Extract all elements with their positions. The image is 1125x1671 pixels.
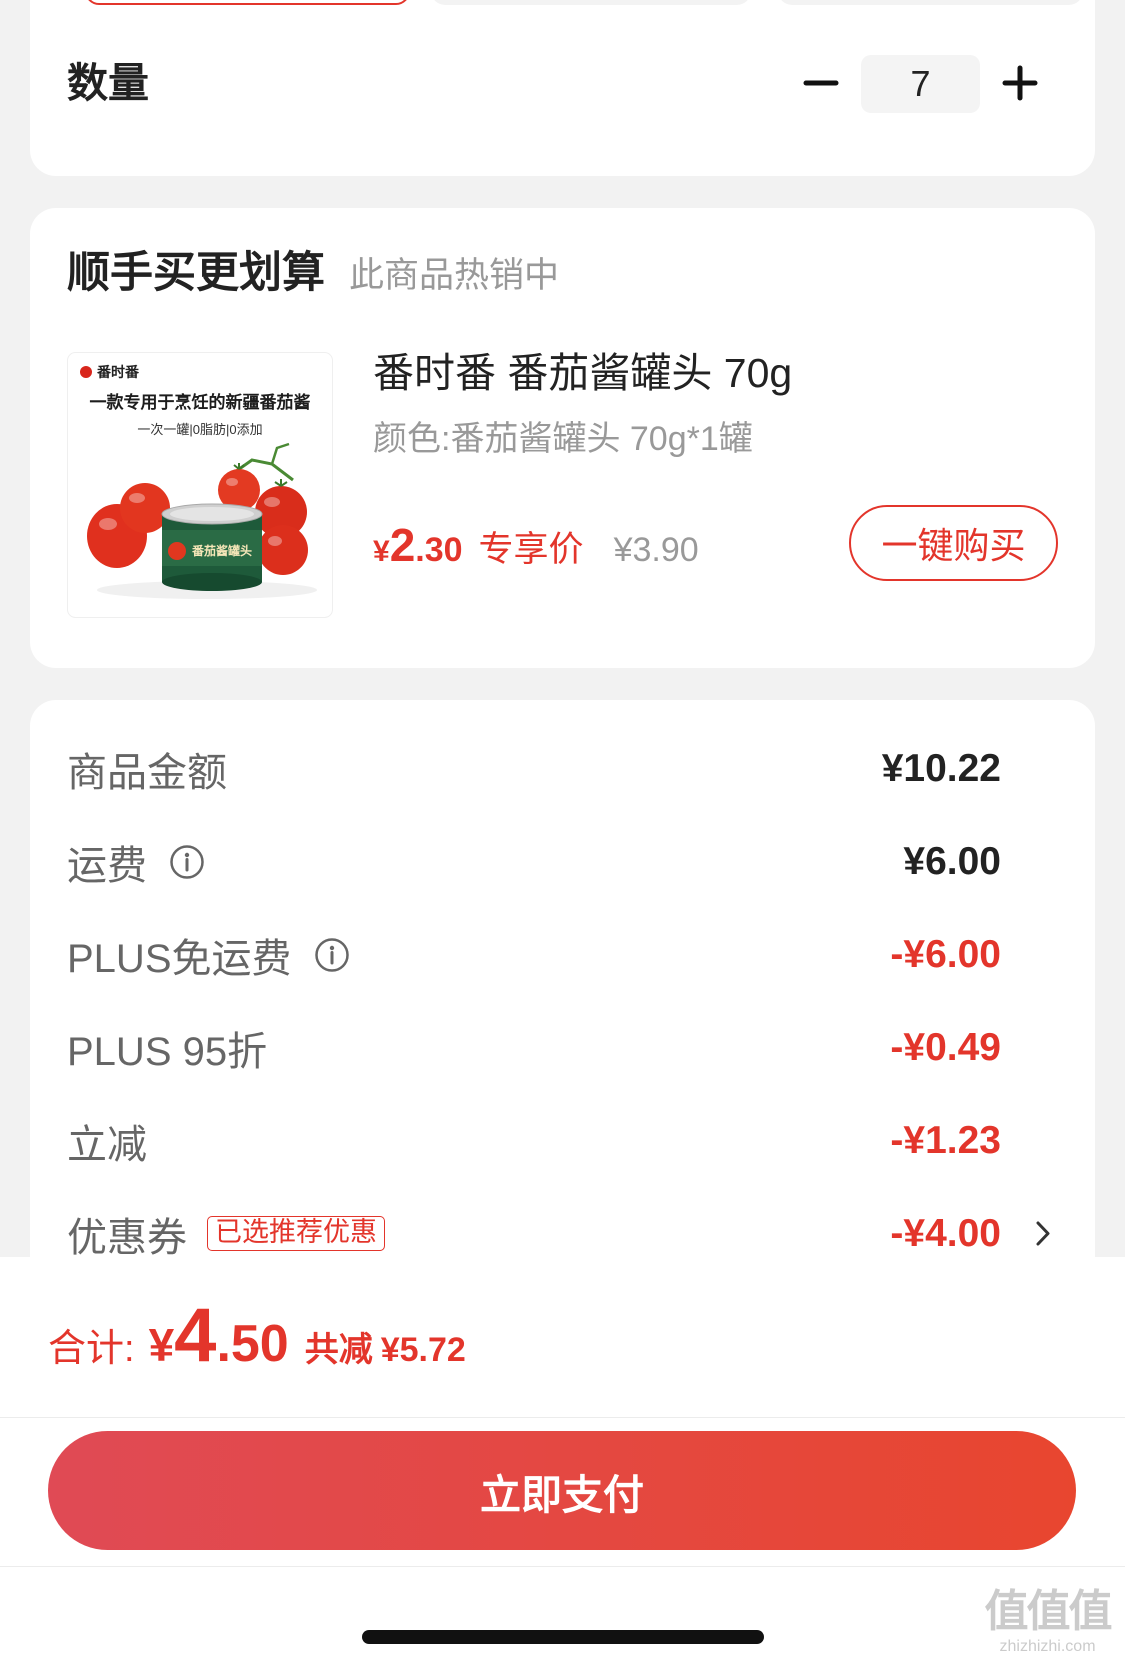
tomato [258,525,308,575]
tomato-highlight [264,497,280,507]
summary-value: -¥0.49 [890,1026,1001,1069]
watermark-logo: 值值值 [984,1587,1113,1636]
summary-label: 立减 [67,1122,147,1167]
price-currency: ¥ [373,535,390,568]
saved-amount: ¥5.72 [380,1331,466,1369]
coupon-label: 优惠券 [67,1215,187,1260]
divider [0,1417,1125,1418]
product-spec: 颜色:番茄酱罐头 70g*1罐 [373,420,753,458]
summary-list: 商品金额 ¥10.22 运费 ¥6.00 PLUS免运费 -¥6.00 PLUS… [30,722,1095,1280]
summary-value: ¥10.22 [881,747,1001,790]
total-currency: ¥ [148,1319,175,1371]
one-click-buy-button[interactable]: 一键购买 [849,505,1058,581]
tomato-highlight [129,493,145,503]
chevron-right-icon[interactable] [1033,1218,1053,1249]
total-decimal: .50 [216,1315,289,1373]
quantity-label: 数量 [67,60,149,106]
summary-label: 运费 [67,843,147,888]
can-label: 番茄酱罐头 [191,543,252,558]
recommend-title: 顺手买更划算 [67,249,325,297]
price-summary-card: 商品金额 ¥10.22 运费 ¥6.00 PLUS免运费 -¥6.00 PLUS… [30,700,1095,1320]
total-label: 合计: [48,1328,135,1370]
tomato-highlight [99,518,117,530]
checkout-footer: 合计: ¥ 4 .50 共减 ¥5.72 立即支付 值值值 zhizhizhi.… [0,1257,1125,1671]
total-integer: 4 [174,1293,217,1378]
spec-option-chip-selected[interactable] [85,0,410,5]
summary-row-shipping: 运费 ¥6.00 [30,815,1095,908]
product-price-row: ¥ 2 .30 专享价 ¥3.90 [373,522,699,568]
info-icon[interactable] [314,937,350,973]
info-icon[interactable] [169,844,205,880]
pay-now-button[interactable]: 立即支付 [48,1431,1076,1550]
original-price: ¥3.90 [613,531,699,569]
summary-value: ¥6.00 [903,840,1001,883]
price-tag: 专享价 [478,530,584,569]
coupon-recommended-badge: 已选推荐优惠 [207,1216,385,1251]
summary-row-instant-discount: 立减 -¥1.23 [30,1094,1095,1187]
spec-option-chip[interactable] [778,0,1083,5]
spec-option-chip[interactable] [431,0,751,5]
price-decimal: .30 [415,531,463,569]
summary-label: PLUS 95折 [67,1029,268,1074]
summary-row-subtotal: 商品金额 ¥10.22 [30,722,1095,815]
product-name[interactable]: 番时番 番茄酱罐头 70g [373,348,792,398]
image-tagline: 一次一罐|0脂肪|0添加 [137,422,262,437]
total-line: 合计: ¥ 4 .50 共减 ¥5.72 [48,1298,466,1374]
watermark: 值值值 zhizhizhi.com [975,1587,1120,1657]
price-integer: 2 [389,519,416,571]
recommend-card: 顺手买更划算 此商品热销中 番时番 一款专用于烹饪的新疆番茄酱 一次一罐|0脂肪… [30,208,1095,668]
summary-value: -¥6.00 [890,933,1001,976]
brand-logo-dot [80,366,92,378]
quantity-card: 数量 7 [30,0,1095,176]
recommend-header: 顺手买更划算 此商品热销中 [67,252,559,295]
summary-label: 商品金额 [67,750,227,795]
saved-label: 共减 [304,1331,373,1369]
summary-value: -¥1.23 [890,1119,1001,1162]
summary-label: PLUS免运费 [67,936,292,981]
recommend-subtitle: 此商品热销中 [349,256,560,295]
summary-row-plus-discount: PLUS 95折 -¥0.49 [30,1001,1095,1094]
can-tomato-graphic [168,542,186,560]
minus-icon[interactable] [803,65,839,101]
tomato-highlight [268,536,282,546]
watermark-domain: zhizhizhi.com [999,1638,1096,1655]
quantity-value-field[interactable]: 7 [861,55,980,113]
divider [0,1566,1125,1567]
summary-row-plus-free-shipping: PLUS免运费 -¥6.00 [30,908,1095,1001]
tomato-highlight [226,478,238,486]
can-bottom [162,573,262,591]
product-image[interactable]: 番时番 一款专用于烹饪的新疆番茄酱 一次一罐|0脂肪|0添加 番茄酱罐头 [67,352,333,618]
can-lid-inner [170,507,254,521]
plus-icon[interactable] [1002,65,1038,101]
image-brand: 番时番 [96,364,140,380]
image-headline: 一款专用于烹饪的新疆番茄酱 [90,392,311,412]
home-indicator[interactable] [362,1630,764,1644]
